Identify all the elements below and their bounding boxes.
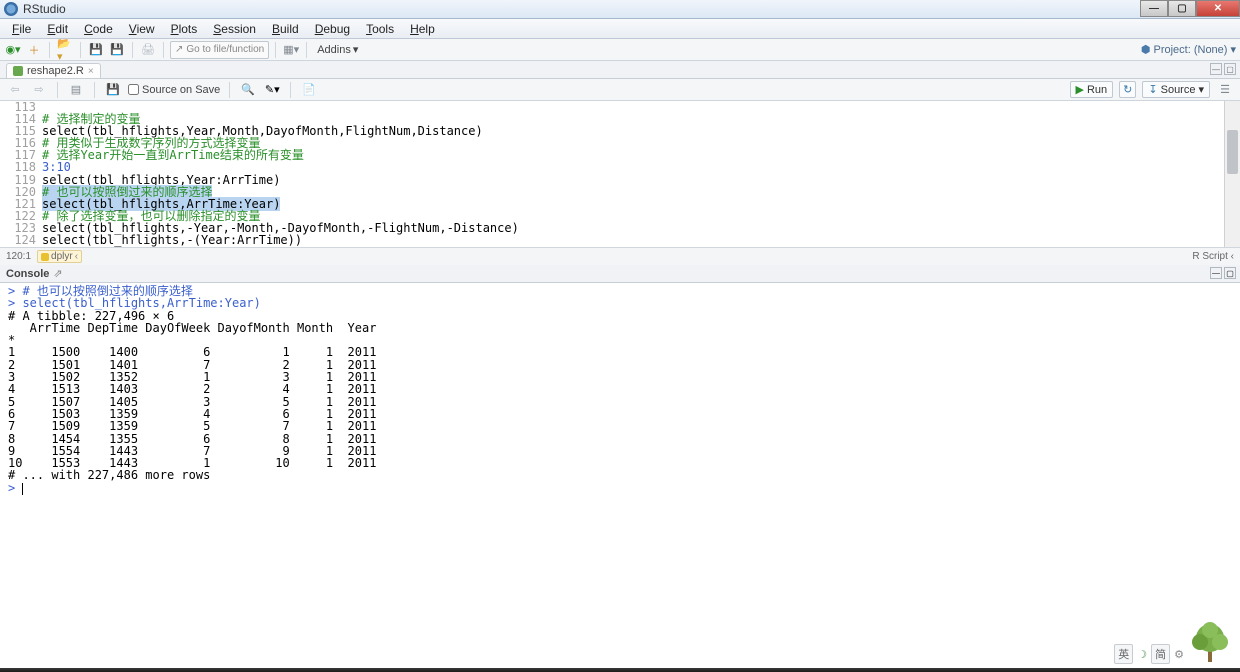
console-header: Console ⇗ — ▢ (0, 265, 1240, 283)
taskbar (0, 668, 1240, 672)
tab-close-icon[interactable]: × (88, 66, 94, 77)
menu-help[interactable]: Help (404, 20, 441, 38)
scope-indicator[interactable]: dplyr ‹ (37, 250, 82, 263)
console-title: Console (6, 268, 49, 280)
editor-scrollbar[interactable] (1224, 101, 1240, 247)
back-button[interactable]: ⇦ (6, 81, 24, 99)
menu-file[interactable]: File (6, 20, 37, 38)
project-icon: ⬢ (1141, 43, 1151, 56)
source-on-save-checkbox[interactable]: Source on Save (128, 84, 220, 96)
line-gutter: 113114115116117118119120121122123124125 (0, 101, 42, 247)
show-in-new-window-button[interactable]: ▤ (67, 81, 85, 99)
menu-plots[interactable]: Plots (165, 20, 204, 38)
goto-file-input[interactable]: ↗ Go to file/function (170, 41, 269, 59)
main-toolbar: ◉▾ ＋ 📂▾ 💾 💾 🖨 ↗ Go to file/function ▦▾ A… (0, 39, 1240, 61)
ime-gear-icon[interactable]: ⚙ (1174, 648, 1184, 661)
maximize-button[interactable]: ▢ (1168, 0, 1196, 17)
tree-decoration-icon (1186, 616, 1234, 666)
close-button[interactable]: ✕ (1196, 0, 1240, 17)
code-editor[interactable]: 113114115116117118119120121122123124125 … (0, 101, 1240, 247)
ime-icon: ☽ (1137, 648, 1147, 661)
grid-button[interactable]: ▦▾ (282, 41, 300, 59)
window-titlebar: RStudio — ▢ ✕ (0, 0, 1240, 19)
file-type[interactable]: R Script ‹ (1192, 251, 1234, 262)
source-max-button[interactable]: ▢ (1224, 63, 1236, 75)
goto-icon: ↗ (175, 44, 183, 55)
console-max-button[interactable]: ▢ (1224, 267, 1236, 279)
source-button[interactable]: ↧ Source ▾ (1142, 81, 1210, 98)
run-button[interactable]: ▶ Run (1070, 81, 1114, 98)
editor-statusbar: 120:1 dplyr ‹ R Script ‹ (0, 247, 1240, 265)
menu-view[interactable]: View (123, 20, 161, 38)
find-button[interactable]: 🔍 (239, 81, 257, 99)
rerun-button[interactable]: ↻ (1119, 81, 1136, 98)
ime-status: 英 ☽ 简 ⚙ (1114, 644, 1184, 664)
tab-reshape2[interactable]: reshape2.R × (6, 63, 101, 78)
ime-lang[interactable]: 英 (1114, 644, 1133, 664)
scope-icon (41, 253, 49, 261)
console-output[interactable]: > # 也可以按照倒过来的顺序选择 > select(tbl_hflights,… (0, 283, 1240, 643)
window-title: RStudio (23, 2, 66, 16)
outline-button[interactable]: ☰ (1216, 81, 1234, 99)
new-file-button[interactable]: ◉▾ (4, 41, 22, 59)
menu-code[interactable]: Code (78, 20, 119, 38)
run-icon: ▶ (1076, 83, 1084, 96)
source-icon: ↧ (1148, 83, 1157, 96)
source-min-button[interactable]: — (1210, 63, 1222, 75)
compile-report-button[interactable]: 📄 (300, 81, 318, 99)
console-path: ⇗ (53, 267, 62, 280)
minimize-button[interactable]: — (1140, 0, 1168, 17)
menu-tools[interactable]: Tools (360, 20, 400, 38)
menu-debug[interactable]: Debug (309, 20, 356, 38)
forward-button[interactable]: ⇨ (30, 81, 48, 99)
addins-menu[interactable]: Addins▾ (313, 43, 362, 56)
cursor-position: 120:1 (6, 251, 31, 262)
rerun-icon: ↻ (1123, 83, 1132, 96)
save-all-button[interactable]: 💾 (108, 41, 126, 59)
save-button[interactable]: 💾 (87, 41, 105, 59)
editor-toolbar: ⇦ ⇨ ▤ 💾 Source on Save 🔍 ✎▾ 📄 ▶ Run ↻ ↧ … (0, 79, 1240, 101)
menu-bar: File Edit Code View Plots Session Build … (0, 19, 1240, 39)
rstudio-logo-icon (4, 2, 18, 16)
code-area[interactable]: # 选择制定的变量select(tbl_hflights,Year,Month,… (42, 101, 1240, 247)
r-file-icon (13, 66, 23, 76)
open-file-button[interactable]: 📂▾ (56, 41, 74, 59)
print-button[interactable]: 🖨 (139, 41, 157, 59)
wand-button[interactable]: ✎▾ (263, 81, 281, 99)
menu-build[interactable]: Build (266, 20, 305, 38)
menu-session[interactable]: Session (207, 20, 262, 38)
menu-edit[interactable]: Edit (41, 20, 74, 38)
save-source-button[interactable]: 💾 (104, 81, 122, 99)
project-selector[interactable]: ⬢ Project: (None) ▾ (1141, 43, 1236, 56)
source-tabstrip: reshape2.R × — ▢ (0, 61, 1240, 79)
console-min-button[interactable]: — (1210, 267, 1222, 279)
ime-mode[interactable]: 简 (1151, 644, 1170, 664)
new-project-button[interactable]: ＋ (25, 41, 43, 59)
